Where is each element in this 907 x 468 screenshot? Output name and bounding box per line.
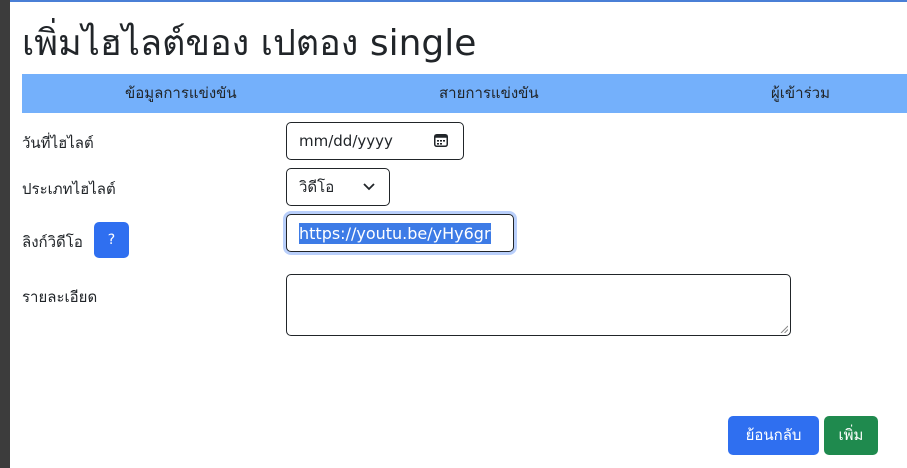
tab-competition-info[interactable]: ข้อมูลการแข่งขัน xyxy=(125,74,237,113)
type-select-value: วิดีโอ xyxy=(299,178,335,196)
video-link-input[interactable]: https://youtu.be/yHy6gr xyxy=(286,214,514,252)
link-label: ลิงก์วิดีโอ xyxy=(22,233,83,251)
window-left-edge xyxy=(0,0,10,468)
resize-grip-icon[interactable] xyxy=(780,325,788,333)
tab-bracket[interactable]: สายการแข่งขัน xyxy=(439,74,539,113)
tab-bar: ข้อมูลการแข่งขัน สายการแข่งขัน ผู้เข้าร่… xyxy=(22,74,907,113)
detail-label: รายละเอียด xyxy=(22,288,98,306)
page-title: เพิ่มไฮไลต์ของ เปตอง single xyxy=(22,23,477,64)
back-button[interactable]: ย้อนกลับ xyxy=(728,416,819,455)
video-link-value: https://youtu.be/yHy6gr xyxy=(299,223,491,244)
top-accent-line xyxy=(10,0,907,2)
calendar-icon[interactable] xyxy=(434,134,448,147)
help-button[interactable]: ? xyxy=(94,222,129,258)
chevron-down-icon xyxy=(363,183,375,191)
date-placeholder: mm/dd/yyyy xyxy=(299,132,393,150)
date-input[interactable]: mm/dd/yyyy xyxy=(286,122,464,160)
type-select[interactable]: วิดีโอ xyxy=(286,168,390,206)
add-button[interactable]: เพิ่ม xyxy=(824,416,878,455)
detail-textarea[interactable] xyxy=(286,274,791,336)
type-label: ประเภทไฮไลต์ xyxy=(22,180,116,198)
tab-participants[interactable]: ผู้เข้าร่วม xyxy=(771,74,830,113)
date-label: วันที่ไฮไลต์ xyxy=(22,134,94,152)
